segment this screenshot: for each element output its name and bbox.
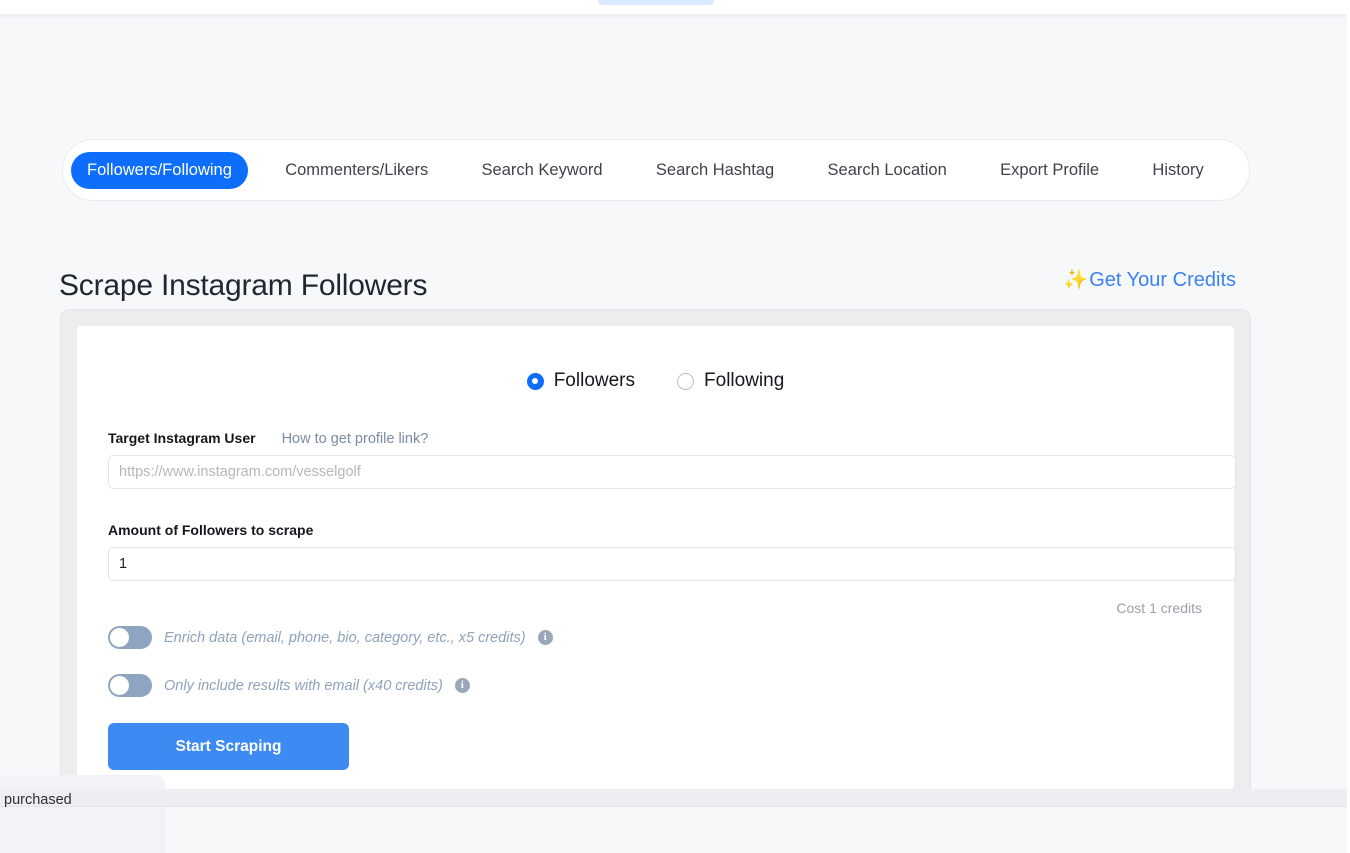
amount-input[interactable] xyxy=(108,547,1236,581)
enrich-data-info-icon[interactable]: i xyxy=(537,630,553,645)
bottom-overlay-text: purchased xyxy=(4,792,72,808)
tab-search-location[interactable]: Search Location xyxy=(812,152,963,189)
top-band-shadow xyxy=(0,14,1347,20)
toggle-knob xyxy=(110,676,129,695)
start-scraping-button[interactable]: Start Scraping xyxy=(108,723,349,770)
enrich-data-toggle[interactable] xyxy=(108,626,152,649)
tab-export-profile[interactable]: Export Profile xyxy=(984,152,1115,189)
sparkles-icon: ✨ xyxy=(1063,269,1089,291)
radio-dot-followers-icon[interactable] xyxy=(526,372,544,390)
bottom-overlay-stripe xyxy=(0,789,1347,806)
form-card: Followers Following Target Instagram Use… xyxy=(77,326,1236,789)
enrich-data-label: Enrich data (email, phone, bio, category… xyxy=(164,629,526,646)
tab-search-keyword[interactable]: Search Keyword xyxy=(466,152,619,189)
bottom-left-overlay-panel xyxy=(0,775,165,853)
radio-option-following[interactable]: Following xyxy=(677,370,784,392)
tab-commenters-likers[interactable]: Commenters/Likers xyxy=(269,152,444,189)
how-to-get-profile-link[interactable]: How to get profile link? xyxy=(282,431,429,447)
bottom-overlay-divider xyxy=(0,806,1347,807)
scrape-mode-radio-group: Followers Following xyxy=(77,370,1234,392)
tab-followers-following[interactable]: Followers/Following xyxy=(71,151,248,189)
email-only-info-icon[interactable]: i xyxy=(454,678,470,693)
get-your-credits-link[interactable]: ✨Get Your Credits xyxy=(1063,267,1236,292)
page-title: Scrape Instagram Followers xyxy=(59,269,428,303)
radio-dot-following-icon[interactable] xyxy=(677,372,695,390)
form-card-shell: Followers Following Target Instagram Use… xyxy=(60,309,1251,806)
page-root: Followers/Following Commenters/Likers Se… xyxy=(0,0,1350,853)
email-only-toggle[interactable] xyxy=(108,674,152,697)
tab-history[interactable]: History xyxy=(1136,152,1219,189)
radio-label-followers: Followers xyxy=(553,370,636,391)
radio-label-following: Following xyxy=(704,370,785,391)
target-user-label: Target Instagram User xyxy=(108,430,256,446)
email-only-label: Only include results with email (x40 cre… xyxy=(164,677,443,694)
amount-label: Amount of Followers to scrape xyxy=(108,522,314,538)
email-only-toggle-row: Only include results with email (x40 cre… xyxy=(108,674,470,697)
radio-option-followers[interactable]: Followers xyxy=(526,370,636,392)
enrich-data-toggle-row: Enrich data (email, phone, bio, category… xyxy=(108,626,553,649)
cost-note: Cost 1 credits xyxy=(1116,600,1202,616)
amount-label-row: Amount of Followers to scrape xyxy=(108,522,313,538)
target-user-input[interactable] xyxy=(108,455,1236,489)
get-your-credits-label: Get Your Credits xyxy=(1089,269,1236,291)
top-cutoff-element xyxy=(598,0,714,5)
toggle-knob xyxy=(110,628,129,647)
tab-bar: Followers/Following Commenters/Likers Se… xyxy=(62,139,1250,201)
tab-search-hashtag[interactable]: Search Hashtag xyxy=(640,152,790,189)
target-user-label-row: Target Instagram User How to get profile… xyxy=(108,430,428,447)
